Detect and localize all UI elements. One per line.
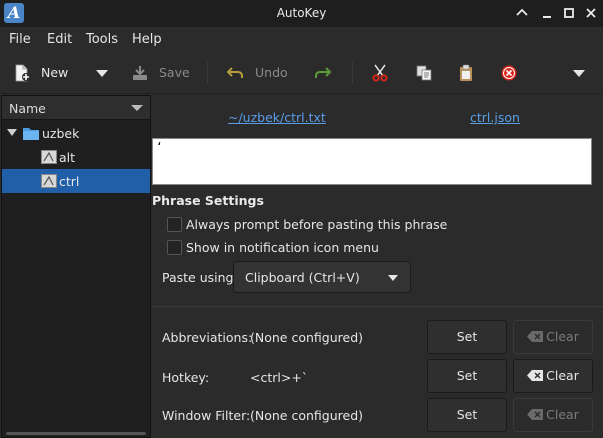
save-button-label: Save: [159, 65, 190, 80]
menu-help[interactable]: Help: [132, 32, 162, 47]
menu-edit[interactable]: Edit: [47, 32, 72, 47]
abbreviations-clear-button[interactable]: Clear: [513, 320, 593, 354]
paste-using-label: Paste using: [162, 270, 234, 285]
paste-clipboard-icon[interactable]: [457, 64, 475, 82]
paste-using-value: Clipboard (Ctrl+V): [245, 270, 360, 285]
menu-tools[interactable]: Tools: [86, 32, 118, 47]
redo-arrow-icon[interactable]: [314, 64, 332, 82]
hotkey-clear-label: Clear: [546, 368, 579, 383]
undo-arrow-icon: [226, 67, 243, 78]
folder-tree: Name uzbek alt ctrl: [1, 95, 151, 438]
hotkey-set-button[interactable]: Set: [427, 359, 507, 393]
toolbar-divider: [207, 62, 208, 84]
clear-backspace-icon: [527, 370, 544, 381]
phrase-document-icon: [41, 174, 57, 188]
abbreviations-set-button[interactable]: Set: [427, 320, 507, 354]
clear-backspace-icon: [527, 331, 544, 342]
notification-menu-label: Show in notification icon menu: [186, 240, 379, 255]
phrase-text-editor[interactable]: ʻ: [152, 138, 592, 185]
phrase-editor-panel: ~/uzbek/ctrl.txt ctrl.json ʻ Phrase Sett…: [152, 95, 603, 438]
horizontal-scrollbar[interactable]: [6, 432, 146, 435]
stop-icon[interactable]: [500, 64, 518, 82]
new-dropdown-chevron-icon[interactable]: [96, 70, 108, 77]
window-filter-label: Window Filter:: [162, 408, 251, 423]
menu-file[interactable]: File: [9, 32, 31, 47]
toolbar-divider: [352, 62, 353, 84]
new-document-icon: [15, 64, 30, 82]
always-prompt-checkbox[interactable]: [167, 217, 182, 232]
json-file-link[interactable]: ctrl.json: [470, 110, 520, 125]
save-icon: [133, 66, 147, 80]
hotkey-value: <ctrl>+`: [250, 370, 309, 385]
clear-backspace-icon: [527, 409, 544, 420]
always-prompt-label: Always prompt before pasting this phrase: [186, 217, 448, 232]
tree-item-ctrl[interactable]: ctrl: [2, 169, 150, 193]
close-icon[interactable]: [582, 4, 600, 22]
copy-icon[interactable]: [415, 64, 433, 82]
tree-header-label: Name: [9, 101, 46, 116]
dropdown-arrow-icon: [388, 275, 398, 281]
paste-using-select[interactable]: Clipboard (Ctrl+V): [233, 261, 411, 293]
phrase-settings-heading: Phrase Settings: [152, 193, 264, 208]
toolbar-overflow-chevron-icon[interactable]: [573, 70, 585, 77]
toolbar: New Save Undo: [0, 52, 603, 94]
window-filter-set-button[interactable]: Set: [427, 398, 507, 432]
cut-scissors-icon[interactable]: [371, 64, 389, 82]
section-divider: [152, 306, 603, 307]
undo-button-label: Undo: [255, 65, 288, 80]
notification-menu-checkbox[interactable]: [167, 240, 182, 255]
title-bar: A AutoKey: [0, 0, 603, 27]
window-filter-value: (None configured): [250, 408, 364, 423]
tree-item-label: ctrl: [59, 174, 80, 189]
folder-icon: [23, 128, 39, 140]
abbreviations-value: (None configured): [250, 330, 364, 345]
tree-item-alt[interactable]: alt: [2, 145, 150, 169]
menu-bar: File Edit Tools Help: [0, 27, 603, 52]
phrase-document-icon: [41, 150, 57, 164]
tree-header[interactable]: Name: [2, 96, 150, 120]
abbreviations-label: Abbreviations:: [162, 330, 253, 345]
window-filter-clear-button[interactable]: Clear: [513, 398, 593, 432]
tree-item-label: alt: [59, 150, 76, 165]
new-button-label: New: [41, 65, 69, 80]
hotkey-label: Hotkey:: [162, 370, 210, 385]
expand-triangle-icon[interactable]: [7, 129, 17, 137]
file-path-link[interactable]: ~/uzbek/ctrl.txt: [228, 110, 326, 125]
collapse-chevron-icon[interactable]: [513, 4, 531, 22]
minimize-icon[interactable]: [538, 4, 556, 22]
tree-item-uzbek[interactable]: uzbek: [2, 121, 150, 145]
abbreviations-clear-label: Clear: [546, 329, 579, 344]
hotkey-clear-button[interactable]: Clear: [513, 359, 593, 393]
window-filter-clear-label: Clear: [546, 407, 579, 422]
maximize-icon[interactable]: [560, 4, 578, 22]
sort-down-icon: [131, 105, 143, 111]
tree-item-label: uzbek: [42, 126, 80, 141]
